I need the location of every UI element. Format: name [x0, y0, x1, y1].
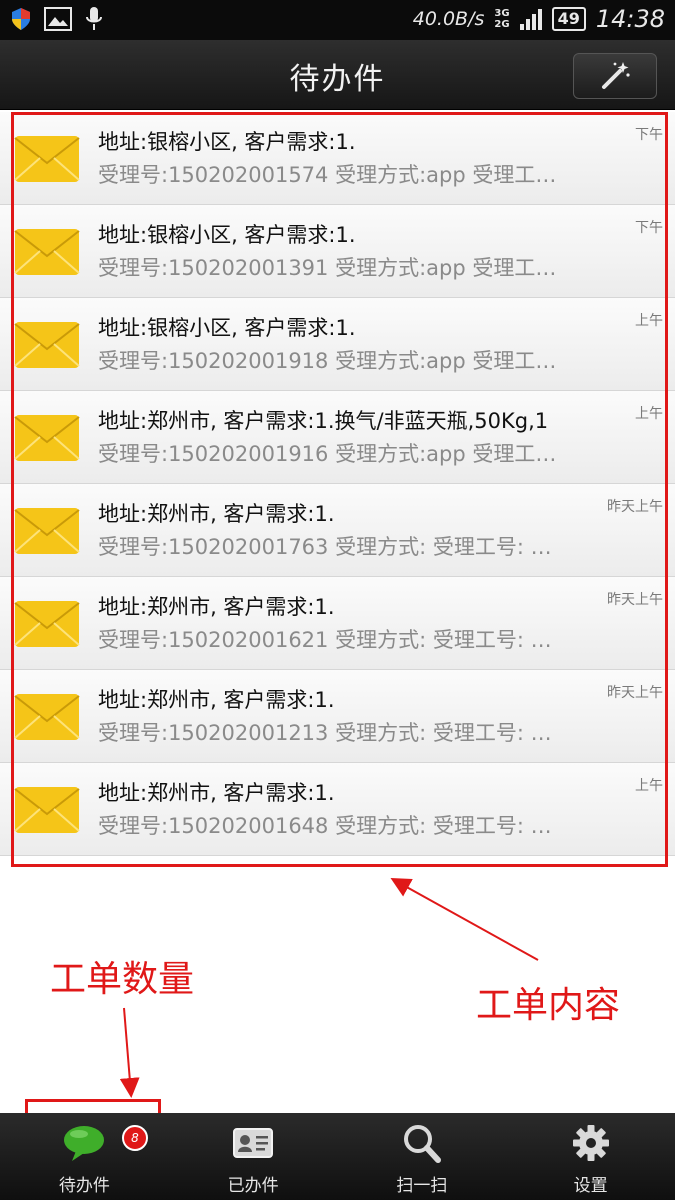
network-type-bottom: 2G	[494, 19, 510, 30]
content-arrow	[390, 878, 539, 961]
magic-wand-icon	[602, 62, 630, 89]
battery-indicator: 49	[551, 7, 586, 31]
magic-wand-button[interactable]	[573, 53, 657, 99]
nav-label-pending: 待办件	[58, 1176, 110, 1196]
nav-item-done[interactable]: 已办件	[169, 1113, 338, 1200]
clock: 14:38	[595, 5, 665, 33]
order-count-annotation: 工单数量	[50, 959, 195, 1000]
status-bar: 40.0B/s 3G 2G 49 14:38	[0, 0, 675, 40]
magnifier-icon	[403, 1125, 441, 1163]
image-icon	[44, 7, 72, 31]
gear-icon	[572, 1125, 609, 1161]
order-content-annotation: 工单内容	[476, 985, 621, 1026]
nav-label-done: 已办件	[227, 1176, 279, 1196]
content-annotation-box	[11, 112, 668, 867]
count-arrow	[119, 1007, 140, 1098]
title-bar: 待办件	[0, 40, 675, 110]
nav-item-pending[interactable]: 8 待办件	[0, 1113, 169, 1200]
shield-app-icon	[12, 8, 30, 30]
bottom-nav: 8 待办件 已办件 扫一扫 设置	[0, 1113, 675, 1200]
network-type: 3G 2G	[494, 8, 509, 30]
id-card-icon	[233, 1128, 274, 1158]
microphone-icon	[86, 7, 102, 30]
nav-label-settings: 设置	[573, 1176, 608, 1196]
nav-label-scan: 扫一扫	[396, 1176, 448, 1196]
pending-count-badge: 8	[122, 1125, 148, 1151]
nav-item-scan[interactable]: 扫一扫	[338, 1113, 507, 1200]
network-speed: 40.0B/s	[412, 8, 485, 30]
nav-item-settings[interactable]: 设置	[506, 1113, 675, 1200]
signal-icon	[519, 8, 542, 30]
chat-bubble-icon	[64, 1126, 105, 1161]
network-type-top: 3G	[494, 8, 510, 19]
